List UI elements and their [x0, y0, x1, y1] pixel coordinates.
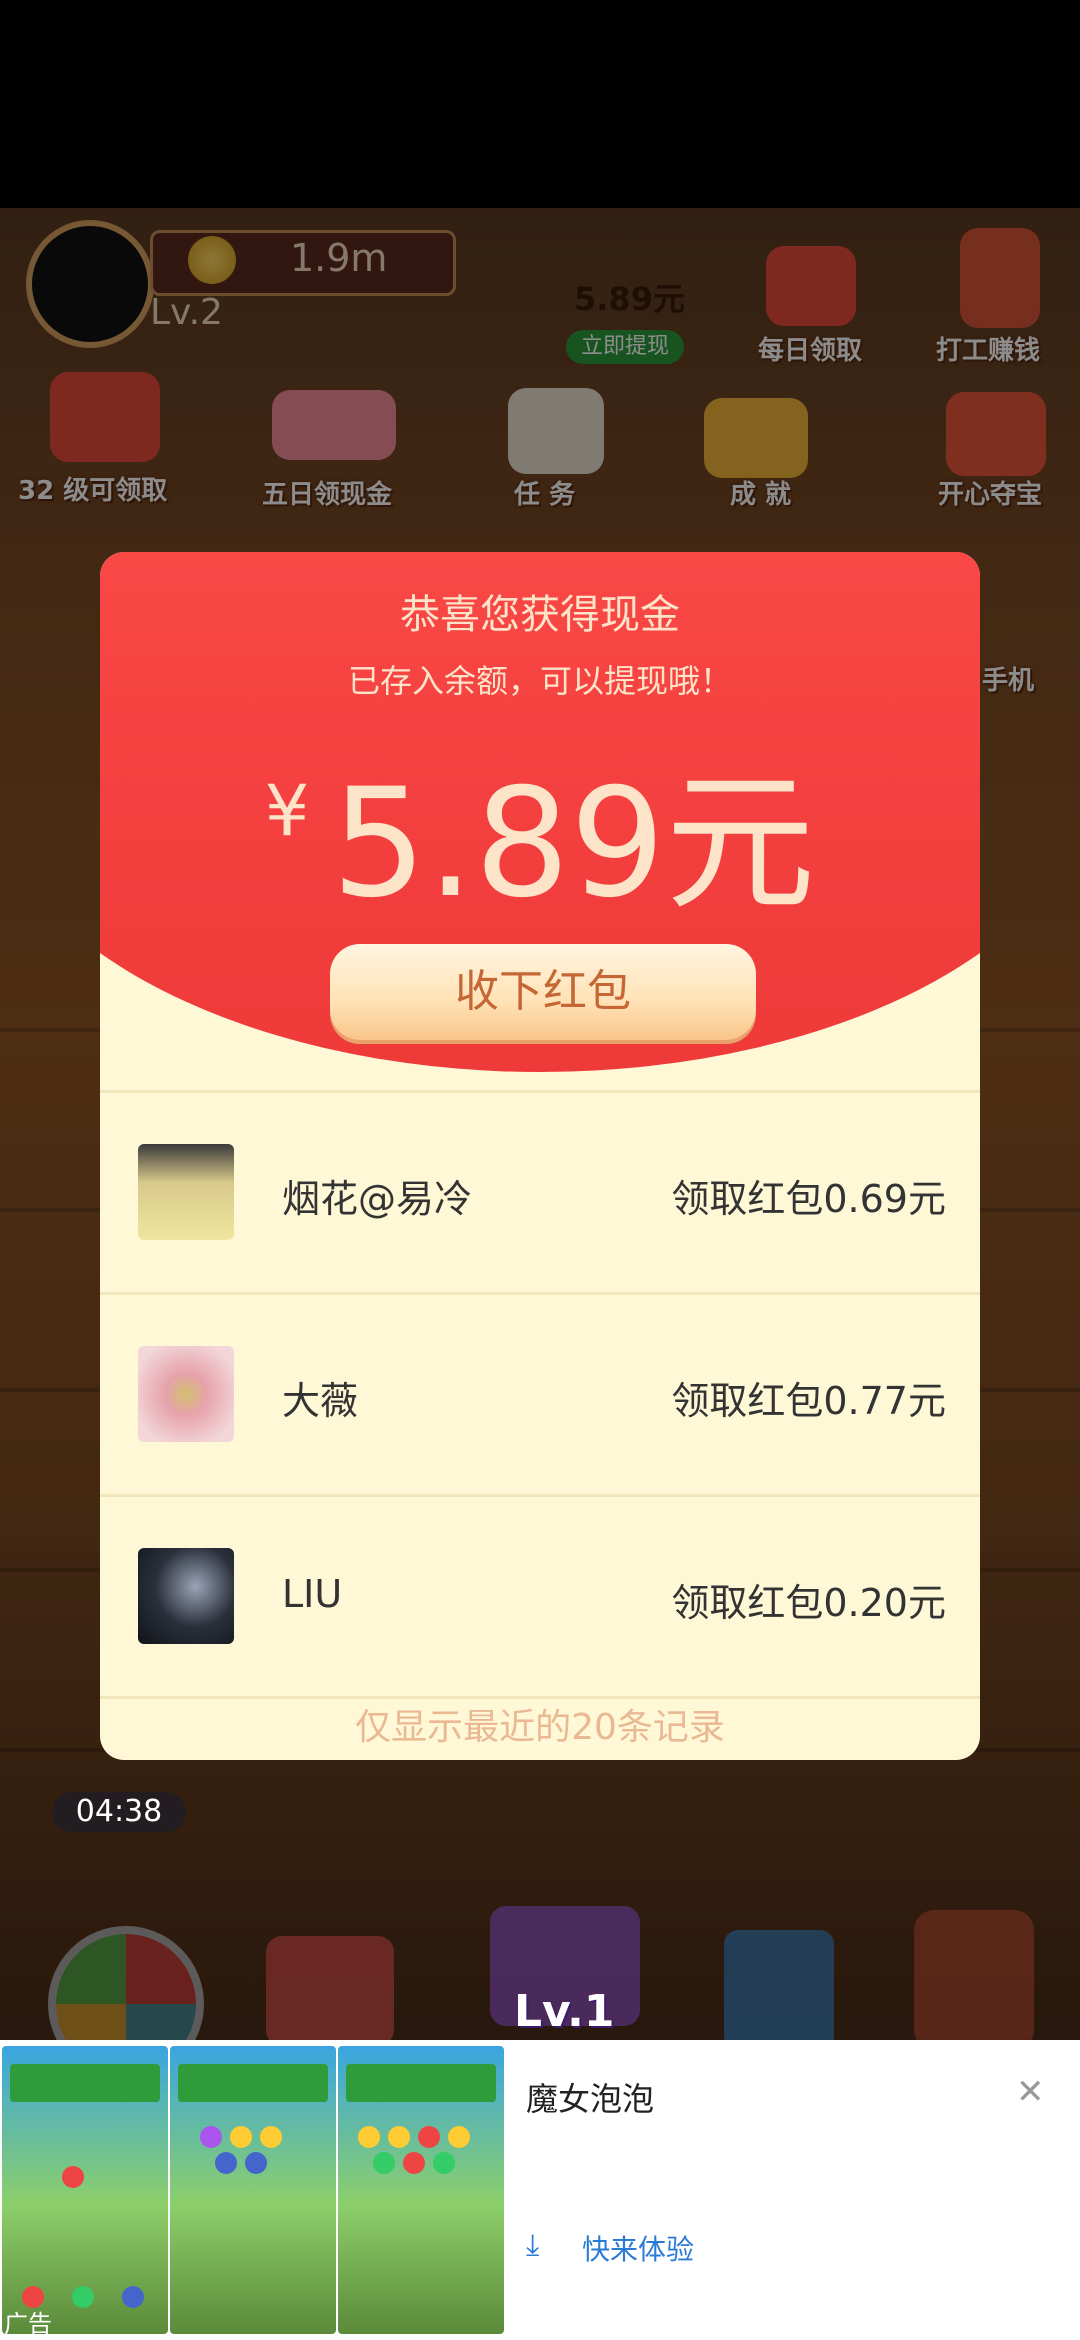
record-row: 烟花@易冷 领取红包0.69元 — [100, 1092, 980, 1292]
record-name: 烟花@易冷 — [282, 1177, 473, 1221]
ad-screenshot[interactable] — [338, 2046, 504, 2334]
record-name: LIU — [282, 1572, 343, 1616]
amount-value: 5.89元 — [331, 757, 816, 931]
avatar — [138, 1548, 234, 1644]
ad-try-now-link[interactable]: 快来体验 — [582, 2228, 694, 2268]
avatar — [138, 1346, 234, 1442]
reward-amount: ¥5.89元 — [100, 722, 980, 939]
countdown-timer: 04:38 — [52, 1792, 186, 1832]
close-icon[interactable]: ✕ — [1016, 2072, 1045, 2112]
collect-envelope-button[interactable]: 收下红包 — [330, 944, 756, 1040]
record-row: 大薇 领取红包0.77元 — [100, 1294, 980, 1494]
download-icon[interactable]: ⤓ — [526, 2228, 539, 2263]
record-amount: 领取红包0.69元 — [671, 1177, 946, 1221]
dialog-title: 恭喜您获得现金 — [400, 592, 680, 638]
ad-app-title[interactable]: 魔女泡泡 — [526, 2074, 654, 2120]
ad-tag: 广告 — [4, 2310, 52, 2338]
ad-screenshot[interactable] — [170, 2046, 336, 2334]
bottom-level-label: Lv.1 — [514, 1986, 615, 2037]
cash-reward-dialog: 恭喜您获得现金 已存入余额，可以提现哦！ ¥5.89元 收下红包 烟花@易冷 领… — [100, 552, 980, 1760]
dialog-subtitle: 已存入余额，可以提现哦！ — [347, 662, 732, 700]
record-amount: 领取红包0.77元 — [671, 1379, 946, 1423]
record-amount: 领取红包0.20元 — [671, 1581, 946, 1625]
record-name: 大薇 — [282, 1379, 359, 1423]
avatar — [138, 1144, 234, 1240]
record-row: LIU 领取红包0.20元 — [100, 1496, 980, 1696]
ad-screenshot[interactable] — [2, 2046, 168, 2334]
records-footer-note: 仅显示最近的20条记录 — [355, 1707, 725, 1748]
currency-symbol: ¥ — [264, 770, 310, 852]
